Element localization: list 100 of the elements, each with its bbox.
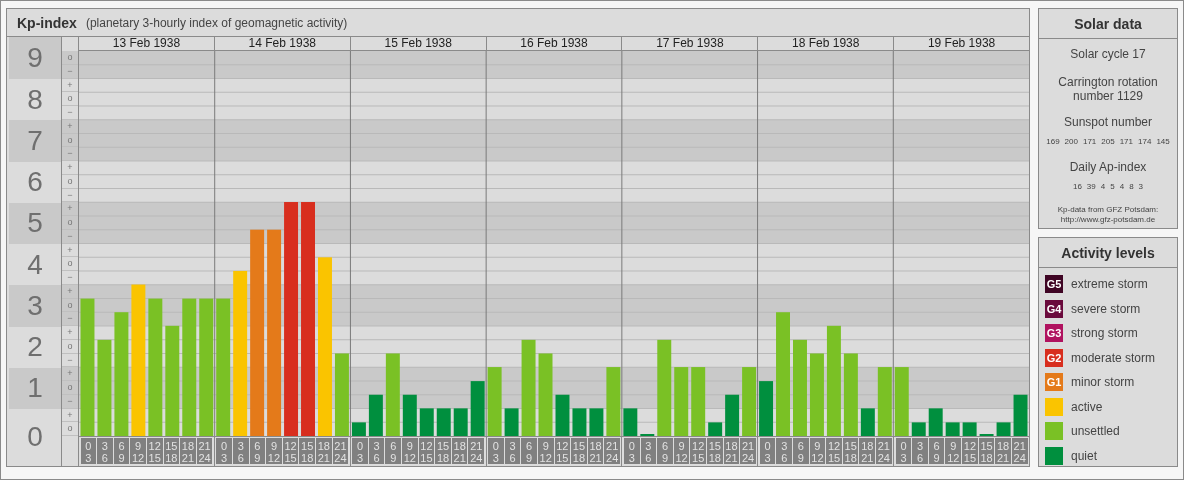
level-label: moderate storm: [1071, 350, 1156, 365]
time-slot-label: 3 6: [97, 438, 113, 464]
kp-bar: [928, 408, 943, 436]
level-swatch: G2: [1045, 348, 1063, 367]
time-slot-label: 18 21: [859, 438, 876, 464]
date-header: 13 Feb 1938: [111, 37, 182, 50]
time-slot-label: 21 24: [740, 438, 756, 464]
time-slot-label: 6 9: [521, 438, 537, 464]
time-slot-label: 3 6: [232, 438, 249, 464]
sunspot-number: 200: [1064, 137, 1078, 146]
kp-bar: [555, 394, 570, 436]
time-slot-label: 6 9: [657, 438, 673, 464]
y-axis-label: 1: [9, 367, 61, 409]
time-slot-label: 18 21: [587, 438, 604, 464]
ap-value: 3: [1138, 182, 1144, 191]
kp-bar: [759, 381, 774, 436]
sunspot-number: 174: [1138, 137, 1152, 146]
time-slot-label: 0 3: [623, 438, 640, 464]
kp-bar: [877, 367, 892, 436]
time-slot-label: 12 15: [962, 438, 978, 464]
level-label: unsettled: [1071, 424, 1120, 439]
kp-bar: [894, 367, 909, 436]
y-subtick-label: o: [62, 216, 78, 230]
time-slot-label: 9 12: [130, 438, 146, 464]
time-slot-label: 0 3: [895, 438, 912, 464]
time-slot-label: 6 9: [385, 438, 402, 464]
level-swatch: G4: [1045, 299, 1063, 318]
ap-value: 4: [1100, 182, 1106, 191]
kp-bar: [470, 381, 485, 436]
time-slot-label: 21 24: [876, 438, 892, 464]
ap-index-title: Daily Ap-index: [1069, 160, 1147, 174]
level-swatch: G3: [1045, 324, 1063, 343]
time-slot-label: 3 6: [776, 438, 792, 464]
kp-bar: [996, 422, 1011, 436]
panel-title: Solar data: [1039, 9, 1177, 39]
y-subtick-label: +: [62, 202, 78, 216]
time-slot-label: 9 12: [537, 438, 554, 464]
time-slot-label: 21 24: [1011, 438, 1028, 464]
time-slot-label: 12 15: [418, 438, 435, 464]
kp-bar: [589, 408, 604, 436]
kp-bar: [504, 408, 519, 436]
kp-bar: [436, 408, 451, 436]
kp-bar: [911, 422, 926, 436]
kp-bar: [351, 422, 366, 436]
sunspot-number: 145: [1156, 137, 1170, 146]
time-slot-label: 15 18: [571, 438, 587, 464]
kp-bar: [606, 367, 621, 436]
level-label: minor storm: [1071, 375, 1135, 390]
time-slot-label: 21 24: [604, 438, 620, 464]
kp-bar: [487, 367, 502, 436]
level-label: severe storm: [1071, 301, 1141, 316]
time-slot-label: 21 24: [332, 438, 349, 464]
date-header: 17 Feb 1938: [621, 37, 758, 50]
kp-bar: [742, 367, 757, 436]
sunspot-number: 171: [1119, 137, 1134, 146]
carrington-text: Carrington rotation number 1129: [1057, 75, 1159, 103]
sunspot-number: 169: [1046, 137, 1060, 146]
level-swatch: G5: [1045, 275, 1063, 294]
sunspot-number: 205: [1101, 137, 1115, 146]
time-slot-label: 15 18: [978, 438, 995, 464]
panel-subtitle: (planetary 3-hourly index of geomagnetic activity): [85, 15, 348, 30]
ap-value: 39: [1086, 182, 1096, 191]
panel-title: Activity levels: [1039, 238, 1177, 268]
source-note: Kp-data from GFZ Potsdam:: [1057, 205, 1159, 215]
y-subtick-label: −: [62, 147, 78, 161]
panel-title: Kp-index: [17, 14, 77, 31]
level-label: strong storm: [1071, 326, 1138, 341]
time-slot-label: 15 18: [299, 438, 315, 464]
kp-bar: [453, 408, 468, 436]
date-header: 18 Feb 1938: [757, 37, 894, 50]
ap-value: 16: [1072, 182, 1082, 191]
time-slot-label: 6 9: [113, 438, 130, 464]
time-slot-label: 9 12: [266, 438, 282, 464]
time-slot-label: 3 6: [368, 438, 385, 464]
y-subtick-label: +: [62, 161, 78, 175]
kp-bar: [945, 422, 960, 436]
time-slot-label: 12 15: [690, 438, 706, 464]
level-swatch: G1: [1045, 373, 1063, 392]
kp-bar: [368, 394, 383, 436]
y-subtick-label: o: [62, 51, 78, 65]
time-slot-label: 9 12: [402, 438, 418, 464]
kp-bar: [402, 394, 417, 436]
time-slot-label: 15 18: [163, 438, 180, 464]
kp-bar: [708, 422, 723, 436]
kp-bar: [691, 367, 706, 436]
time-slot-label: 18 21: [451, 438, 468, 464]
time-slot-label: 18 21: [180, 438, 196, 464]
time-slot-label: 9 12: [945, 438, 962, 464]
time-slot-label: 3 6: [640, 438, 657, 464]
kp-bar: [674, 367, 689, 436]
time-slot-label: 21 24: [196, 438, 213, 464]
kp-bar: [572, 408, 587, 436]
y-axis-label: 3: [9, 285, 61, 327]
time-slot-label: 21 24: [468, 438, 485, 464]
time-slot-label: 15 18: [435, 438, 451, 464]
time-slot-label: 0 3: [759, 438, 776, 464]
time-slot-label: 12 15: [146, 438, 163, 464]
time-slot-label: 9 12: [809, 438, 826, 464]
y-axis-label: 9: [9, 37, 61, 79]
kp-bar: [962, 422, 977, 436]
